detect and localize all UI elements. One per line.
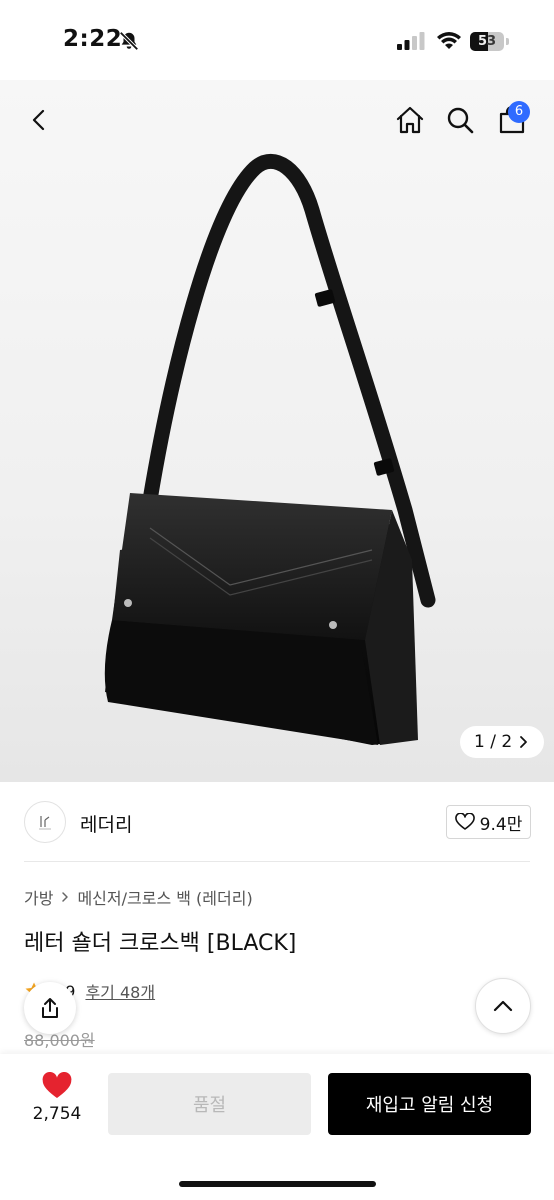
product-photo [104,153,436,745]
back-button[interactable] [18,98,62,142]
cellular-signal-icon [397,32,425,50]
wish-button[interactable]: 2,754 [24,1072,90,1136]
status-time: 2:22 [63,26,123,52]
chevron-left-icon [32,109,45,131]
brand-like-button[interactable]: 9.4만 [446,805,531,839]
image-counter-text: 1 / 2 [474,732,513,752]
chevron-right-icon [62,892,69,902]
brand-name[interactable]: 레더리 [80,810,132,837]
share-button[interactable] [24,982,76,1034]
share-icon [42,998,58,1018]
soldout-button[interactable]: 품절 [108,1073,311,1135]
home-icon [396,106,424,134]
chevron-up-icon [493,1000,513,1012]
product-title: 레터 숄더 크로스백 [BLACK] [24,931,297,956]
wifi-icon [437,32,461,49]
image-counter[interactable]: 1 / 2 [460,726,545,758]
bell-slash-icon [119,31,139,51]
restock-alert-button[interactable]: 재입고 알림 신청 [328,1073,531,1135]
breadcrumb: 가방 메신저/크로스 백 (레더리) [24,885,253,909]
wish-count: 2,754 [32,1104,82,1124]
heart-icon [42,1072,72,1098]
breadcrumb-item-subcategory[interactable]: 메신저/크로스 백 (레더리) [77,885,252,909]
review-count-link[interactable]: 후기 48개 [85,979,155,1003]
heart-outline-icon [454,813,475,830]
home-button[interactable] [388,98,432,142]
brand-logo[interactable] [24,801,66,843]
status-bar: 2:22 53 [0,0,554,80]
brand-row: 레더리 9.4만 [0,782,554,862]
scroll-top-button[interactable] [475,978,531,1034]
product-image-gallery[interactable] [0,80,554,782]
cart-count-badge: 6 [508,101,530,123]
bottom-action-bar: 2,754 품절 재입고 알림 신청 [0,1054,554,1200]
chevron-right-icon [520,736,528,748]
search-icon [447,107,474,134]
home-indicator [179,1181,376,1187]
brand-logo-mark [39,816,51,830]
search-button[interactable] [438,98,482,142]
brand-like-count: 9.4만 [479,814,523,835]
breadcrumb-item-category[interactable]: 가방 [24,885,53,909]
divider [24,861,530,862]
battery-indicator: 53 [470,32,510,51]
battery-percent: 53 [477,34,497,49]
